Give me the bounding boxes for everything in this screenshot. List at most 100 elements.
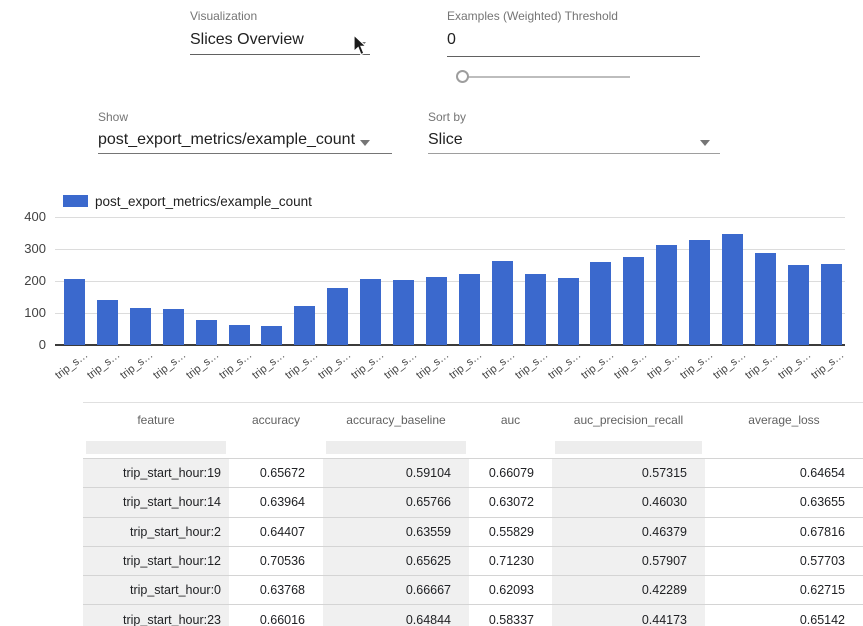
bar[interactable]: [755, 253, 776, 345]
cell-average_loss[interactable]: 0.67816: [705, 517, 863, 546]
cell-auc_precision_recall[interactable]: 0.57315: [552, 459, 705, 488]
cell-accuracy[interactable]: 0.65672: [229, 459, 323, 488]
bar[interactable]: [821, 264, 842, 345]
cell-auc_precision_recall[interactable]: 0.46379: [552, 517, 705, 546]
cell-average_loss[interactable]: 0.64654: [705, 459, 863, 488]
filter-cell[interactable]: [323, 436, 469, 459]
column-header-auc_precision_recall[interactable]: auc_precision_recall: [552, 403, 705, 437]
table-row[interactable]: trip_start_hour:190.656720.591040.660790…: [83, 459, 863, 488]
visualization-select[interactable]: Slices Overview: [190, 31, 304, 49]
filter-box[interactable]: [326, 441, 466, 454]
filter-row: [83, 436, 863, 459]
cell-auc[interactable]: 0.71230: [469, 546, 552, 575]
slider-track[interactable]: [461, 76, 630, 78]
filter-box[interactable]: [86, 441, 226, 454]
cell-auc_precision_recall[interactable]: 0.57907: [552, 546, 705, 575]
cell-average_loss[interactable]: 0.65142: [705, 605, 863, 626]
mouse-cursor-icon: [352, 34, 368, 57]
sort-by-label: Sort by: [428, 110, 466, 124]
slices-overview-page: Visualization Slices Overview Examples (…: [0, 0, 863, 626]
cell-auc[interactable]: 0.62093: [469, 576, 552, 605]
bar[interactable]: [656, 245, 677, 345]
slider-handle[interactable]: [456, 70, 469, 83]
sort-by-select[interactable]: Slice: [428, 131, 463, 149]
bar[interactable]: [261, 326, 282, 345]
bar-chart: 0100200300400trip_s…trip_s…trip_s…trip_s…: [0, 185, 863, 400]
table-header: featureaccuracyaccuracy_baselineaucauc_p…: [83, 403, 863, 437]
cell-feature[interactable]: trip_start_hour:23: [83, 605, 229, 626]
column-header-auc[interactable]: auc: [469, 403, 552, 437]
cell-accuracy_baseline[interactable]: 0.65766: [323, 488, 469, 517]
filter-cell[interactable]: [229, 436, 323, 459]
bar[interactable]: [788, 265, 809, 345]
cell-accuracy_baseline[interactable]: 0.64844: [323, 605, 469, 626]
cell-feature[interactable]: trip_start_hour:19: [83, 459, 229, 488]
bar[interactable]: [294, 306, 315, 345]
filter-cell[interactable]: [552, 436, 705, 459]
show-underline: [98, 153, 392, 154]
bar[interactable]: [130, 308, 151, 345]
bar[interactable]: [196, 320, 217, 345]
chevron-down-icon[interactable]: [360, 140, 370, 146]
bar[interactable]: [722, 234, 743, 345]
bar[interactable]: [64, 279, 85, 345]
cell-accuracy[interactable]: 0.64407: [229, 517, 323, 546]
cell-average_loss[interactable]: 0.63655: [705, 488, 863, 517]
bar[interactable]: [558, 278, 579, 345]
cell-accuracy_baseline[interactable]: 0.63559: [323, 517, 469, 546]
bar[interactable]: [163, 309, 184, 345]
cell-accuracy_baseline[interactable]: 0.65625: [323, 546, 469, 575]
threshold-input[interactable]: 0: [447, 31, 456, 49]
chevron-down-icon[interactable]: [700, 140, 710, 146]
table-row[interactable]: trip_start_hour:20.644070.635590.558290.…: [83, 517, 863, 546]
cell-accuracy_baseline[interactable]: 0.59104: [323, 459, 469, 488]
filter-cell[interactable]: [469, 436, 552, 459]
cell-auc_precision_recall[interactable]: 0.46030: [552, 488, 705, 517]
bar[interactable]: [426, 277, 447, 345]
bar[interactable]: [689, 240, 710, 345]
cell-auc[interactable]: 0.63072: [469, 488, 552, 517]
table-row[interactable]: trip_start_hour:230.660160.648440.583370…: [83, 605, 863, 626]
cell-accuracy[interactable]: 0.66016: [229, 605, 323, 626]
threshold-label: Examples (Weighted) Threshold: [447, 9, 618, 23]
bar[interactable]: [590, 262, 611, 345]
bar[interactable]: [393, 280, 414, 345]
filter-cell[interactable]: [705, 436, 863, 459]
table-row[interactable]: trip_start_hour:120.705360.656250.712300…: [83, 546, 863, 575]
column-header-feature[interactable]: feature: [83, 403, 229, 437]
show-select[interactable]: post_export_metrics/example_count: [98, 131, 355, 149]
column-header-accuracy[interactable]: accuracy: [229, 403, 323, 437]
bar[interactable]: [229, 325, 250, 345]
cell-auc[interactable]: 0.55829: [469, 517, 552, 546]
y-tick-label: 300: [0, 241, 46, 256]
bar[interactable]: [492, 261, 513, 345]
cell-auc[interactable]: 0.66079: [469, 459, 552, 488]
bar[interactable]: [327, 288, 348, 345]
filter-box[interactable]: [555, 441, 702, 454]
cell-accuracy[interactable]: 0.63768: [229, 576, 323, 605]
cell-feature[interactable]: trip_start_hour:12: [83, 546, 229, 575]
bar[interactable]: [525, 274, 546, 345]
table-row[interactable]: trip_start_hour:140.639640.657660.630720…: [83, 488, 863, 517]
filter-cell[interactable]: [83, 436, 229, 459]
bar[interactable]: [97, 300, 118, 345]
cell-feature[interactable]: trip_start_hour:14: [83, 488, 229, 517]
cell-average_loss[interactable]: 0.57703: [705, 546, 863, 575]
visualization-underline: [190, 54, 370, 55]
cell-feature[interactable]: trip_start_hour:2: [83, 517, 229, 546]
bar[interactable]: [360, 279, 381, 345]
bar[interactable]: [459, 274, 480, 345]
cell-average_loss[interactable]: 0.62715: [705, 576, 863, 605]
cell-accuracy[interactable]: 0.70536: [229, 546, 323, 575]
cell-accuracy_baseline[interactable]: 0.66667: [323, 576, 469, 605]
cell-accuracy[interactable]: 0.63964: [229, 488, 323, 517]
bar[interactable]: [623, 257, 644, 345]
cell-auc_precision_recall[interactable]: 0.44173: [552, 605, 705, 626]
column-header-accuracy_baseline[interactable]: accuracy_baseline: [323, 403, 469, 437]
metrics-table: featureaccuracyaccuracy_baselineaucauc_p…: [83, 402, 863, 626]
cell-feature[interactable]: trip_start_hour:0: [83, 576, 229, 605]
table-row[interactable]: trip_start_hour:00.637680.666670.620930.…: [83, 576, 863, 605]
cell-auc[interactable]: 0.58337: [469, 605, 552, 626]
column-header-average_loss[interactable]: average_loss: [705, 403, 863, 437]
cell-auc_precision_recall[interactable]: 0.42289: [552, 576, 705, 605]
